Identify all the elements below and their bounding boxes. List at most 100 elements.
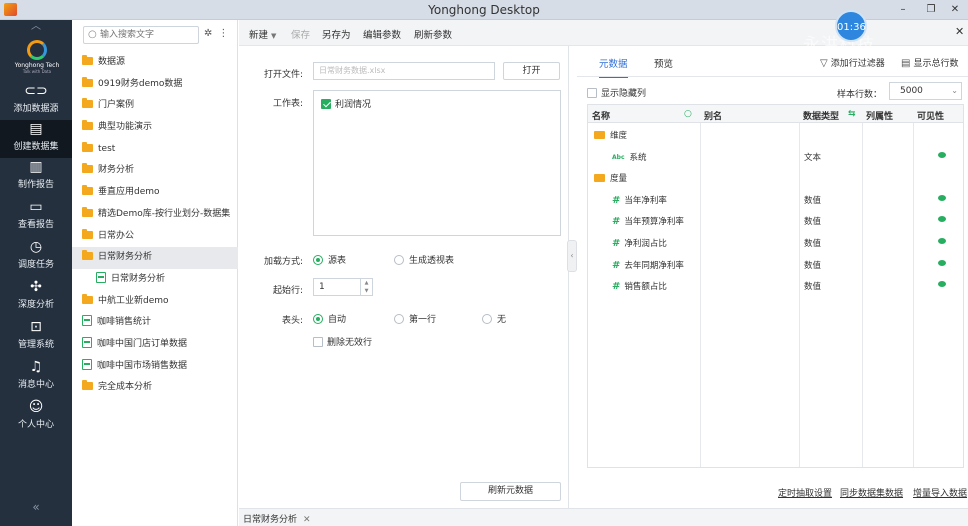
visible-eye-icon[interactable] bbox=[938, 281, 946, 288]
load-source-radio[interactable]: 源表 bbox=[313, 253, 346, 266]
tree-item[interactable]: 数据源 bbox=[72, 52, 238, 74]
nav-admin[interactable]: ⊡ 管理系统 bbox=[0, 318, 72, 356]
table-row[interactable]: 度量 bbox=[588, 166, 963, 188]
folder-icon bbox=[82, 120, 93, 131]
network-icon: ✣ bbox=[30, 279, 42, 295]
minimize-button[interactable]: – bbox=[894, 2, 912, 17]
add-row-filter-button[interactable]: ▽ 添加行过滤器 bbox=[820, 56, 885, 69]
collapse-handle-icon[interactable]: ‹ bbox=[567, 240, 577, 272]
open-file-field[interactable]: 日常财务数据.xlsx bbox=[313, 62, 495, 80]
tab-preview[interactable]: 预览 bbox=[654, 56, 673, 76]
refresh-icon[interactable]: ✲ bbox=[204, 28, 212, 39]
bottom-tab-bar: 日常财务分析 ✕ bbox=[239, 508, 968, 526]
number-type-icon: # bbox=[612, 194, 621, 206]
nav-messages[interactable]: ♫ 消息中心 bbox=[0, 358, 72, 396]
admin-icon: ⊡ bbox=[30, 319, 42, 335]
close-tab-icon[interactable]: ✕ bbox=[303, 515, 311, 525]
header-auto-radio[interactable]: 自动 bbox=[313, 312, 346, 325]
save-as-button[interactable]: 另存为 bbox=[322, 27, 351, 41]
visible-eye-icon[interactable] bbox=[938, 238, 946, 244]
table-row[interactable]: # 销售额占比 数值 bbox=[588, 274, 963, 296]
tree-item[interactable]: 门户案例 bbox=[72, 95, 238, 117]
nav-schedule[interactable]: ◷ 调度任务 bbox=[0, 238, 72, 276]
sync-dataset-link[interactable]: 同步数据集数据 bbox=[840, 486, 903, 499]
refresh-metadata-button[interactable]: 刷新元数据 bbox=[460, 482, 561, 501]
menu-icon[interactable]: ⋮ bbox=[218, 28, 228, 39]
tree-search-input[interactable] bbox=[100, 28, 196, 42]
schedule-extract-link[interactable]: 定时抽取设置 bbox=[778, 486, 832, 499]
tree-item[interactable]: 垂直应用demo bbox=[72, 182, 238, 204]
visible-eye-icon[interactable] bbox=[938, 259, 946, 266]
sheet-list: 利润情况 bbox=[313, 90, 561, 236]
tree-item[interactable]: 咖啡中国门店订单数据 bbox=[72, 334, 238, 356]
tree-item[interactable]: test bbox=[72, 139, 238, 161]
folder-icon bbox=[82, 163, 93, 174]
sheet-item[interactable]: 利润情况 bbox=[321, 97, 371, 110]
close-editor-icon[interactable]: ✕ bbox=[955, 25, 964, 38]
header-first-row-radio[interactable]: 第一行 bbox=[394, 312, 436, 325]
collapse-nav-icon[interactable]: « bbox=[0, 500, 72, 514]
stepper-arrows-icon[interactable]: ▲ ▼ bbox=[360, 279, 372, 295]
tree-item[interactable]: 日常办公 bbox=[72, 226, 238, 248]
nav-make-report[interactable]: ▥ 制作报告 bbox=[0, 158, 72, 196]
table-row[interactable]: # 净利润占比 数值 bbox=[588, 231, 963, 253]
new-menu-button[interactable]: 新建 ▼ bbox=[249, 27, 276, 41]
tab-daily-finance[interactable]: 日常财务分析 ✕ bbox=[243, 512, 311, 525]
user-icon: ☺ bbox=[28, 399, 44, 415]
tree-item[interactable]: 0919财务demo数据 bbox=[72, 74, 238, 96]
visible-eye-icon[interactable] bbox=[938, 151, 946, 158]
incremental-import-link[interactable]: 增量导入数据 bbox=[913, 486, 967, 499]
grid-header: 名称 ○ 别名 数据类型 ⇆ 列属性 可见性 bbox=[588, 105, 963, 123]
nav-add-datasource[interactable]: ⊂⊃ 添加数据源 bbox=[0, 82, 72, 120]
tree-item[interactable]: 咖啡中国市场销售数据 bbox=[72, 356, 238, 378]
sample-rows-select[interactable]: 5000 ⌄ bbox=[889, 82, 962, 100]
tab-metadata[interactable]: 元数据 bbox=[599, 56, 628, 78]
tree-search[interactable]: ○ bbox=[83, 26, 199, 44]
close-window-button[interactable]: ✕ bbox=[946, 2, 964, 17]
start-row-label: 起始行: bbox=[272, 286, 303, 296]
show-total-rows-button[interactable]: ▤ 显示总行数 bbox=[901, 56, 958, 69]
tree-item[interactable]: 咖啡销售统计 bbox=[72, 312, 238, 334]
dtype-settings-icon[interactable]: ⇆ bbox=[848, 109, 856, 119]
tree-item-selected[interactable]: 日常财务分析 bbox=[72, 247, 238, 269]
tree-item[interactable]: 完全成本分析 bbox=[72, 377, 238, 399]
folder-icon bbox=[82, 380, 93, 391]
resource-tree-panel: ○ ✲ ⋮ 数据源 0919财务demo数据 门户案例 典型功能演示 test 财… bbox=[72, 20, 238, 526]
bar-chart-icon: ▥ bbox=[29, 159, 43, 175]
table-row[interactable]: 维度 bbox=[588, 123, 963, 145]
folder-icon bbox=[82, 76, 93, 87]
edit-params-button[interactable]: 编辑参数 bbox=[363, 27, 401, 41]
tree-item[interactable]: 中航工业新demo bbox=[72, 291, 238, 313]
tree-item[interactable]: 精选Demo库-按行业划分-数据集 bbox=[72, 204, 238, 226]
visible-eye-icon[interactable] bbox=[938, 194, 946, 201]
show-hidden-columns[interactable]: 显示隐藏列 bbox=[587, 86, 646, 99]
open-button[interactable]: 打开 bbox=[503, 62, 560, 80]
start-row-stepper[interactable]: 1 ▲ ▼ bbox=[313, 278, 373, 296]
table-row[interactable]: # 当年净利率 数值 bbox=[588, 188, 963, 210]
nav-view-report[interactable]: ▭ 查看报告 bbox=[0, 198, 72, 236]
save-button[interactable]: 保存 bbox=[291, 27, 310, 41]
nav-create-dataset[interactable]: ▤ 创建数据集 bbox=[0, 120, 72, 158]
tree-item[interactable]: 日常财务分析 bbox=[72, 269, 238, 291]
checkbox-checked-icon[interactable] bbox=[321, 99, 331, 109]
folder-icon bbox=[82, 55, 93, 65]
load-pivot-radio[interactable]: 生成透视表 bbox=[394, 253, 454, 266]
table-row[interactable]: Abc 系统 文本 bbox=[588, 145, 963, 167]
visible-eye-icon[interactable] bbox=[938, 216, 946, 223]
nav-profile[interactable]: ☺ 个人中心 bbox=[0, 398, 72, 436]
maximize-button[interactable]: ❐ bbox=[922, 2, 940, 17]
table-row[interactable]: # 当年预算净利率 数值 bbox=[588, 209, 963, 231]
chevron-up-icon[interactable]: ︿ bbox=[0, 20, 72, 34]
tree-item[interactable]: 典型功能演示 bbox=[72, 117, 238, 139]
table-row[interactable]: # 去年同期净利率 数值 bbox=[588, 253, 963, 275]
nav-deep-analysis[interactable]: ✣ 深度分析 bbox=[0, 278, 72, 316]
delete-invalid-checkbox[interactable]: 删除无效行 bbox=[313, 335, 372, 348]
header-none-radio[interactable]: 无 bbox=[482, 312, 506, 325]
folder-icon bbox=[82, 98, 93, 109]
tree-item[interactable]: 财务分析 bbox=[72, 160, 238, 182]
refresh-params-button[interactable]: 刷新参数 bbox=[414, 27, 452, 41]
search-icon[interactable]: ○ bbox=[684, 109, 692, 119]
dataset-file-icon bbox=[82, 315, 92, 327]
dataset-file-icon bbox=[96, 271, 106, 283]
number-type-icon: # bbox=[612, 259, 621, 271]
